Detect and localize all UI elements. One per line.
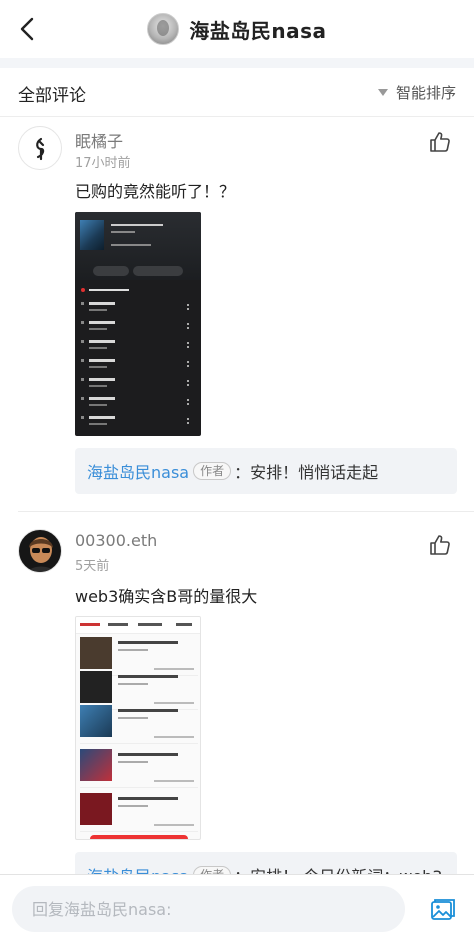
comment-item: 00300.eth 5天前 web3确实含B哥的量很大 海盐岛民nasa 作者 …	[0, 512, 474, 874]
comment-text: 已购的竟然能听了！？	[75, 182, 236, 201]
comment-sort-bar: 全部评论 智能排序	[0, 68, 474, 117]
reply-author-name[interactable]: 海盐岛民nasa	[87, 863, 189, 874]
image-icon[interactable]	[430, 897, 456, 923]
comment-username[interactable]: 眠橘子	[75, 128, 123, 152]
page-title: 海盐岛民nasa	[189, 18, 327, 43]
author-badge: 作者	[193, 462, 232, 480]
reply-text: ：安排！ 今日份新词：web3	[234, 863, 442, 874]
reply-text: ：安排！悄悄话走起	[234, 463, 379, 482]
comment-image-screenshot[interactable]	[75, 212, 201, 436]
avatar[interactable]	[18, 126, 62, 170]
thumbs-up-icon[interactable]	[428, 130, 452, 154]
sort-dropdown[interactable]: 智能排序	[377, 82, 456, 103]
thumbs-up-icon[interactable]	[428, 533, 452, 557]
comment-timestamp: 17小时前	[75, 156, 131, 171]
author-reply[interactable]: 海盐岛民nasa 作者 ：安排！悄悄话走起	[75, 448, 457, 494]
author-reply[interactable]: 海盐岛民nasa 作者 ：安排！ 今日份新词：web3	[75, 852, 457, 874]
reply-input-bar	[0, 874, 474, 944]
avatar[interactable]	[18, 529, 62, 573]
comment-text: web3确实含B哥的量很大	[75, 587, 258, 606]
comment-timestamp: 5天前	[75, 559, 110, 574]
reply-input[interactable]	[12, 886, 405, 932]
comment-username[interactable]: 00300.eth	[75, 531, 157, 550]
comment-item: 眠橘子 17小时前 已购的竟然能听了！？ 海盐岛民nasa 作者 ：安排！悄悄话…	[0, 117, 474, 511]
comment-image-screenshot[interactable]	[75, 616, 201, 840]
album-cover	[80, 220, 104, 250]
triangle-down-icon	[377, 89, 388, 96]
section-gap	[0, 58, 474, 68]
sort-dropdown-label: 智能排序	[395, 84, 456, 102]
author-avatar[interactable]	[147, 13, 180, 45]
back-arrow-icon[interactable]	[16, 16, 42, 42]
avatar-glyph	[28, 537, 54, 572]
reply-author-name[interactable]: 海盐岛民nasa	[87, 459, 189, 483]
avatar-glyph	[36, 137, 45, 161]
author-badge: 作者	[193, 866, 232, 874]
all-comments-label: 全部评论	[18, 86, 86, 106]
top-nav-bar: 海盐岛民nasa	[0, 0, 474, 59]
